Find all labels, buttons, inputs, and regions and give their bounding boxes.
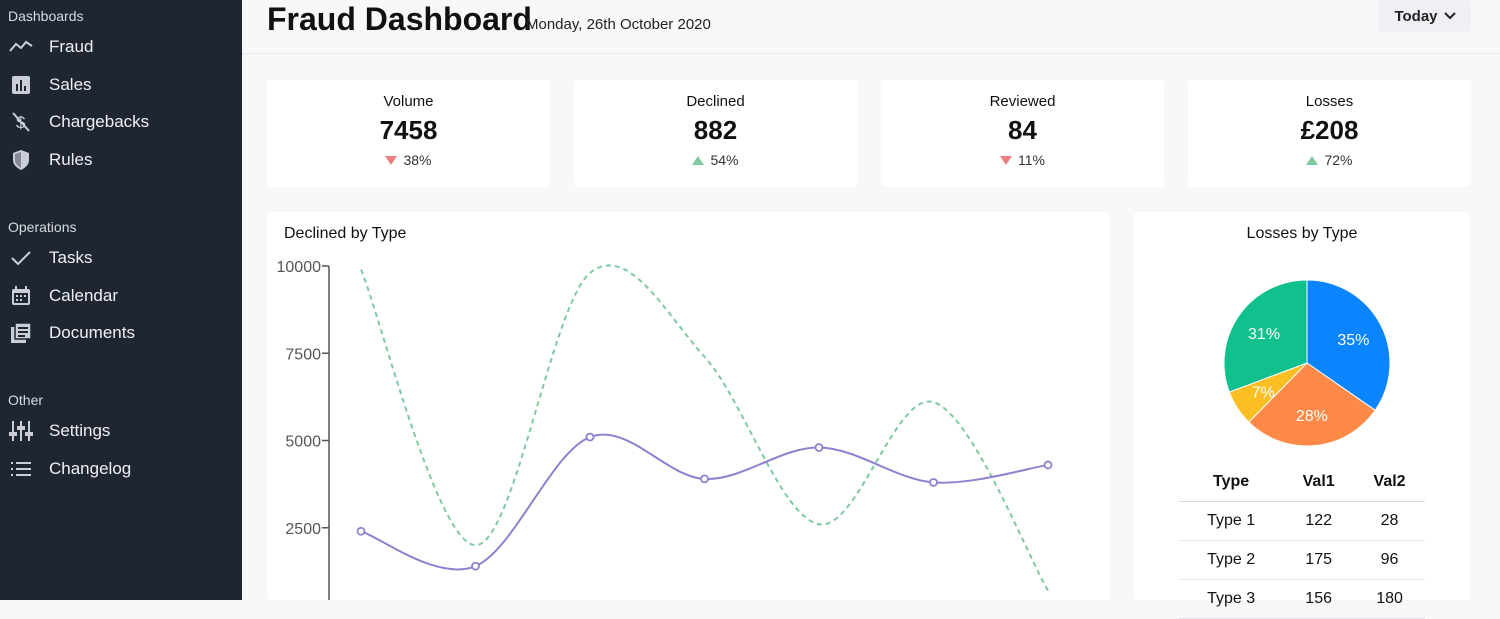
page-date: Monday, 26th October 2020 bbox=[526, 16, 711, 33]
sidebar: Dashboards Fraud Sales $ Chargebacks Rul… bbox=[0, 0, 242, 600]
sidebar-item-documents[interactable]: Documents bbox=[0, 316, 242, 350]
sidebar-item-label: Calendar bbox=[49, 286, 118, 305]
series-line-solid bbox=[360, 433, 1049, 571]
losses-table: Type Val1 Val2 Type 1 122 28 Type 2 175 … bbox=[1179, 463, 1425, 619]
table-cell: 122 bbox=[1283, 501, 1355, 541]
documents-icon bbox=[8, 320, 34, 346]
sidebar-item-label: Sales bbox=[49, 75, 92, 94]
table-cell: 28 bbox=[1354, 501, 1425, 541]
sidebar-item-label: Documents bbox=[49, 323, 135, 342]
y-tick-label: 2500 bbox=[285, 521, 321, 538]
table-cell: 175 bbox=[1283, 540, 1355, 580]
trend-up-icon bbox=[692, 155, 705, 165]
kpi-change: 54% bbox=[574, 152, 857, 168]
table-row: Type 3 156 180 bbox=[1179, 579, 1425, 619]
section-title-operations: Operations bbox=[8, 219, 77, 235]
trend-down-icon bbox=[1000, 155, 1012, 165]
data-point[interactable] bbox=[929, 477, 938, 487]
table-cell: 180 bbox=[1354, 579, 1425, 619]
calendar-icon bbox=[8, 283, 34, 309]
table-cell: 156 bbox=[1283, 579, 1355, 619]
losses-pie-chart: 35% 28% 7% 31% bbox=[1223, 279, 1391, 447]
list-icon bbox=[8, 456, 34, 482]
sidebar-item-sales[interactable]: Sales bbox=[0, 68, 242, 102]
section-title-other: Other bbox=[8, 392, 44, 408]
trend-down-icon bbox=[385, 155, 398, 165]
sidebar-item-calendar[interactable]: Calendar bbox=[0, 279, 242, 313]
kpi-value: £208 bbox=[1300, 115, 1359, 145]
table-row: Type 1 122 28 bbox=[1179, 501, 1425, 541]
table-cell: Type 1 bbox=[1179, 501, 1284, 541]
data-point[interactable] bbox=[700, 474, 709, 484]
header-divider bbox=[242, 53, 1500, 54]
data-point[interactable] bbox=[471, 561, 480, 571]
table-header-row: Type Val1 Val2 bbox=[1179, 463, 1425, 502]
date-range-label: Today bbox=[1394, 7, 1438, 25]
sidebar-item-settings[interactable]: Settings bbox=[0, 414, 242, 448]
sidebar-item-changelog[interactable]: Changelog bbox=[0, 452, 242, 486]
table-cell: Type 2 bbox=[1179, 540, 1284, 580]
shield-icon bbox=[8, 147, 34, 173]
kpi-label: Declined bbox=[686, 93, 745, 110]
pie-slice-label: 35% bbox=[1337, 332, 1369, 349]
y-tick-label: 10000 bbox=[277, 259, 322, 276]
data-point[interactable] bbox=[585, 432, 595, 442]
kpi-change: 72% bbox=[1188, 152, 1471, 168]
pie-slice-label: 7% bbox=[1252, 384, 1275, 401]
kpi-label: Reviewed bbox=[989, 93, 1056, 110]
sidebar-item-fraud[interactable]: Fraud bbox=[0, 30, 242, 64]
kpi-change-value: 72% bbox=[1324, 152, 1353, 168]
table-header-cell: Val1 bbox=[1283, 463, 1355, 502]
kpi-card-volume: Volume 7458 38% bbox=[267, 80, 550, 187]
data-point[interactable] bbox=[356, 526, 366, 536]
pie-slice-label: 31% bbox=[1248, 326, 1280, 343]
kpi-card-declined: Declined 882 54% bbox=[574, 80, 857, 187]
kpi-value: 882 bbox=[693, 115, 738, 145]
sidebar-item-label: Settings bbox=[49, 421, 111, 440]
no-dollar-icon: $ bbox=[8, 109, 34, 135]
kpi-change-value: 11% bbox=[1018, 152, 1045, 168]
date-range-dropdown[interactable]: Today bbox=[1379, 0, 1471, 32]
table-header-cell: Type bbox=[1179, 463, 1284, 502]
sidebar-item-label: Chargebacks bbox=[49, 112, 150, 131]
sidebar-item-label: Changelog bbox=[49, 459, 132, 478]
check-icon bbox=[8, 245, 34, 271]
kpi-card-losses: Losses £208 72% bbox=[1188, 80, 1471, 187]
kpi-change: 11% bbox=[881, 152, 1164, 168]
sidebar-item-chargebacks[interactable]: $ Chargebacks bbox=[0, 105, 242, 139]
sidebar-item-label: Rules bbox=[49, 150, 93, 169]
kpi-card-reviewed: Reviewed 84 11% bbox=[881, 80, 1164, 187]
kpi-label: Losses bbox=[1305, 93, 1354, 110]
table-row: Type 2 175 96 bbox=[1179, 540, 1425, 580]
section-title-dashboards: Dashboards bbox=[8, 8, 84, 24]
sidebar-item-tasks[interactable]: Tasks bbox=[0, 241, 242, 275]
sidebar-item-label: Fraud bbox=[49, 37, 94, 56]
table-cell: 96 bbox=[1354, 540, 1425, 580]
y-tick-label: 7500 bbox=[285, 346, 321, 363]
kpi-label: Volume bbox=[383, 93, 434, 110]
trend-up-icon bbox=[1306, 155, 1319, 165]
kpi-change-value: 38% bbox=[403, 152, 432, 168]
y-tick-label: 5000 bbox=[285, 434, 321, 451]
sliders-icon bbox=[8, 418, 34, 444]
table-cell: Type 3 bbox=[1179, 579, 1284, 619]
table-header-cell: Val2 bbox=[1354, 463, 1425, 502]
chevron-down-icon bbox=[1443, 12, 1456, 20]
page-title: Fraud Dashboard bbox=[267, 1, 532, 37]
kpi-value: 84 bbox=[1008, 115, 1037, 145]
sidebar-item-label: Tasks bbox=[49, 248, 93, 267]
pie-slice-label: 28% bbox=[1296, 408, 1328, 425]
kpi-value: 7458 bbox=[379, 115, 438, 145]
bar-chart-icon bbox=[8, 72, 34, 98]
kpi-change: 38% bbox=[267, 152, 550, 168]
series-line-dashed bbox=[360, 264, 1049, 592]
declined-line-chart: 10000 7500 5000 2500 bbox=[277, 259, 1053, 600]
trend-icon bbox=[8, 34, 34, 60]
data-point[interactable] bbox=[814, 443, 824, 452]
kpi-change-value: 54% bbox=[710, 152, 739, 168]
sidebar-item-rules[interactable]: Rules bbox=[0, 143, 242, 177]
data-point[interactable] bbox=[1043, 460, 1053, 470]
